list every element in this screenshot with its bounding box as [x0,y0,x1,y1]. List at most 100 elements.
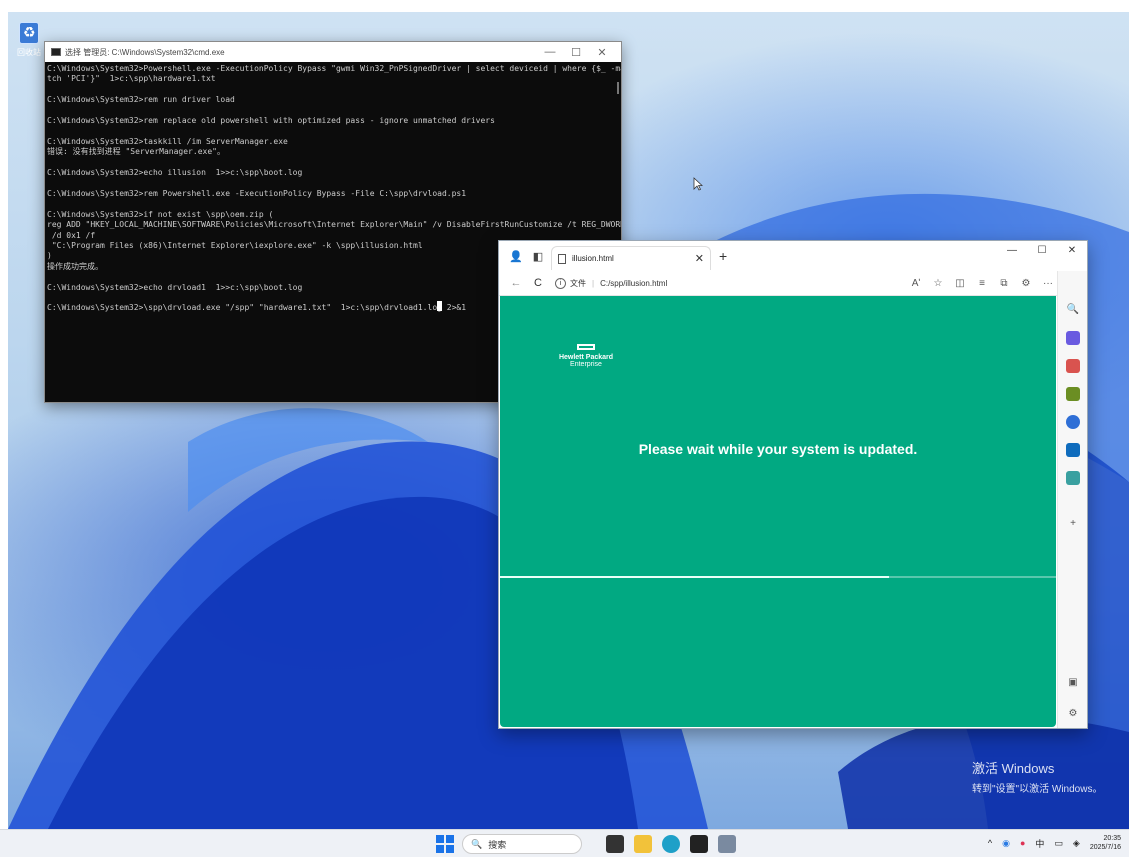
screenshot-icon[interactable]: ▣ [1066,676,1080,690]
edge-icon[interactable] [662,835,680,853]
tray-chevron-icon[interactable]: ^ [988,838,992,848]
info-icon[interactable]: i [555,277,566,289]
add-sidebar-item-button[interactable]: + [1066,517,1080,531]
cmd-line [47,85,619,95]
shopping-tag-icon[interactable] [1066,331,1080,345]
tray-app-icon[interactable]: ◉ [1002,838,1010,849]
ime-indicator[interactable]: 中 [1035,837,1044,850]
cmd-line [47,158,619,168]
cmd-line: tch 'PCI'}" 1>c:\spp\hardware1.txt [47,74,216,84]
terminal-icon[interactable] [690,835,708,853]
file-explorer-icon[interactable] [634,835,652,853]
activation-title: 激活 Windows [972,761,1055,776]
clock-time: 20:35 [1103,835,1121,842]
mouse-pointer-icon [693,177,703,191]
url-text: C:/spp/illusion.html [600,278,668,288]
tab-close-button[interactable]: ✕ [695,252,704,265]
cmd-title: 选择 管理员: C:\Windows\System32\cmd.exe [65,47,225,57]
cmd-line [47,126,619,136]
cmd-line [47,178,619,188]
cmd-line [47,106,619,116]
tab-bar: 👤 ◧ illusion.html ✕ + — ☐ ✕ [499,241,1087,271]
cmd-minimize-button[interactable]: — [537,46,563,58]
clock-date: 2025/7/16 [1089,844,1121,851]
hpe-logo: Hewlett Packard Enterprise [556,344,616,368]
cmd-line: C:\Windows\System32>if not exist \spp\oe… [47,209,274,219]
search-icon[interactable]: 🔍 [1066,303,1080,317]
split-screen-icon[interactable]: ◫ [949,278,971,289]
cmd-line: C:\Windows\System32>rem Powershell.exe -… [47,188,467,198]
system-tray: ^ ◉ ● 中 ▭ ◈ 20:35 2025/7/16 [988,834,1129,852]
new-tab-button[interactable]: + [719,248,727,264]
cmd-close-button[interactable]: ✕ [589,46,615,59]
recycle-bin[interactable]: 回收站 [12,22,46,58]
cmd-line: C:\Windows\System32>rem replace old powe… [47,116,495,126]
back-arrow-icon[interactable]: ← [505,277,527,289]
page-content: Hewlett Packard Enterprise Please wait w… [500,296,1056,727]
read-aloud-icon[interactable]: Aʹ [905,278,927,289]
cmd-line: reg ADD "HKEY_LOCAL_MACHINE\SOFTWARE\Pol… [47,220,621,230]
microsoft-365-icon[interactable] [1066,415,1080,429]
toolbar-icons: Aʹ ☆ ◫ ≡ ⧉ ⚙ ··· ◆ [905,278,1081,289]
cmd-line: C:\Windows\System32>echo illusion 1>>c:\… [47,168,303,178]
clock[interactable]: 20:35 2025/7/16 [1090,834,1121,852]
progress-bar [500,576,1056,578]
activation-subtitle: 转到"设置"以激活 Windows。 [972,784,1103,795]
monitor-icon[interactable]: ▭ [1054,838,1063,849]
cmd-line: C:\Windows\System32>taskkill /im ServerM… [47,136,288,146]
url-field[interactable]: i 文件 | C:/spp/illusion.html [555,277,895,289]
edge-browser-window[interactable]: 👤 ◧ illusion.html ✕ + — ☐ ✕ ← C i 文件 | C… [498,240,1088,729]
favorite-star-icon[interactable]: ☆ [927,278,949,289]
cmd-line: 错误: 没有找到进程 "ServerManager.exe"。 [47,147,225,157]
tab-title: illusion.html [572,254,614,263]
progress-fill [500,576,890,578]
tab-actions-icon[interactable]: ◧ [529,247,547,265]
page-icon [558,253,566,264]
hpe-logo-line2: Enterprise [570,361,602,368]
browser-close-button[interactable]: ✕ [1057,241,1087,263]
hpe-logo-line1: Hewlett Packard [558,354,614,361]
cmd-line: C:\Windows\System32>Powershell.exe -Exec… [47,64,621,73]
cmd-line: C:\Windows\System32>rem run driver load [47,95,235,105]
edge-sidebar: 🔍 + ▣ ⚙ [1057,271,1087,728]
cmd-maximize-button[interactable]: ☐ [563,46,589,59]
sidebar-settings-icon[interactable]: ⚙ [1066,707,1080,721]
browser-minimize-button[interactable]: — [997,241,1027,263]
cmd-scrollbar[interactable] [617,82,619,94]
tab-illusion[interactable]: illusion.html ✕ [551,246,711,270]
cmd-line [47,199,619,209]
update-message: Please wait while your system is updated… [638,441,918,457]
volume-icon[interactable]: ◈ [1073,838,1080,849]
tools-icon[interactable] [1066,359,1080,373]
cmd-titlebar[interactable]: 选择 管理员: C:\Windows\System32\cmd.exe — ☐ … [45,42,621,62]
drop-icon[interactable] [1066,471,1080,485]
refresh-icon[interactable]: C [527,277,549,289]
taskbar-search-placeholder: 搜索 [488,839,507,850]
task-view-icon[interactable] [606,835,624,853]
search-icon: 🔍 [471,838,483,849]
hpe-logo-mark [577,344,595,350]
start-button[interactable] [436,835,454,853]
file-label: 文件 [570,278,586,288]
text-cursor [437,301,442,311]
taskbar-search[interactable]: 🔍 搜索 [462,834,582,854]
recycle-bin-label: 回收站 [17,48,41,57]
profile-icon[interactable]: 👤 [507,247,525,265]
taskbar: 🔍 搜索 ^ ◉ ● 中 ▭ ◈ 20:35 2025/7/16 [0,829,1129,857]
address-bar: ← C i 文件 | C:/spp/illusion.html Aʹ ☆ ◫ ≡… [499,271,1087,296]
favorites-list-icon[interactable]: ≡ [971,278,993,289]
recycle-bin-icon [19,22,39,44]
collections-icon[interactable]: ⧉ [993,278,1015,289]
tray-network-icon[interactable]: ● [1020,838,1025,848]
browser-maximize-button[interactable]: ☐ [1027,241,1057,263]
cmd-app-icon [51,48,61,56]
outlook-icon[interactable] [1066,443,1080,457]
games-icon[interactable] [1066,387,1080,401]
app-icon[interactable] [718,835,736,853]
more-options-icon[interactable]: ··· [1037,278,1059,289]
url-separator: | [592,278,595,288]
extensions-icon[interactable]: ⚙ [1015,278,1037,289]
browser-window-controls: — ☐ ✕ [997,241,1087,263]
taskbar-center: 🔍 搜索 [436,834,736,854]
windows-activation-watermark: 激活 Windows 转到"设置"以激活 Windows。 [972,758,1102,795]
